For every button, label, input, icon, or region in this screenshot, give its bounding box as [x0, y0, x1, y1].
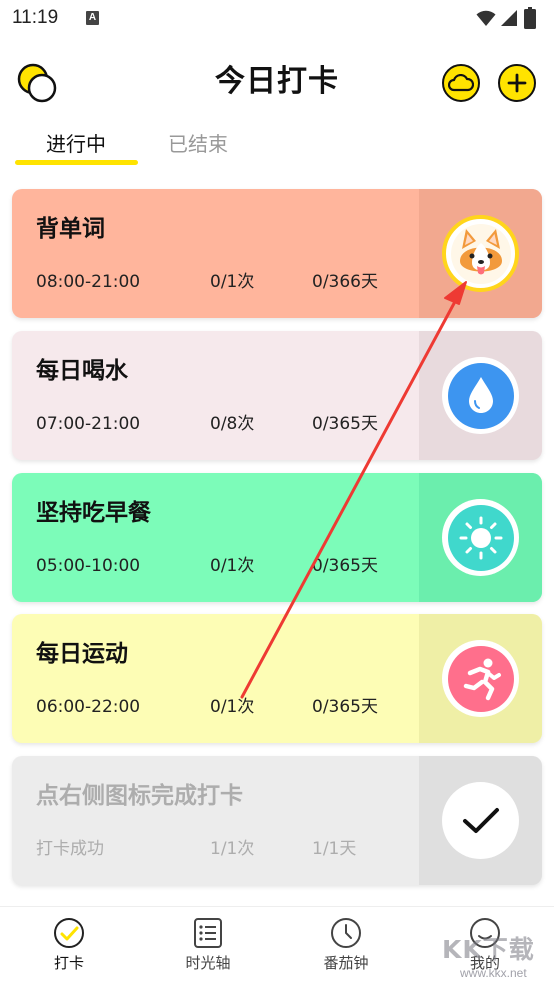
add-button[interactable]: [498, 64, 536, 102]
card-title: 每日运动: [36, 641, 128, 667]
card-days: 0/365天: [312, 414, 378, 434]
plus-icon: [507, 73, 527, 93]
card-count: 1/1次: [210, 839, 255, 859]
card-side-panel: [419, 614, 542, 743]
status-bar: 11:19 A: [0, 0, 554, 40]
checkin-card-exercise[interactable]: 每日运动 06:00-22:00 0/1次 0/365天: [12, 614, 542, 743]
wifi-icon: [476, 10, 496, 26]
checkin-card-vocabulary[interactable]: 背单词 08:00-21:00 0/1次 0/366天: [12, 189, 542, 318]
card-title: 坚持吃早餐: [36, 500, 151, 526]
card-side-panel: [419, 189, 542, 318]
card-title: 每日喝水: [36, 358, 128, 384]
clock-icon: [331, 918, 361, 948]
tab-ended[interactable]: 已结束: [168, 130, 228, 158]
notification-icon: A: [86, 11, 99, 25]
battery-icon: [524, 7, 536, 29]
checkmark-icon: [462, 807, 499, 833]
sun-button[interactable]: [442, 499, 519, 576]
checkin-card-breakfast[interactable]: 坚持吃早餐 05:00-10:00 0/1次 0/365天: [12, 473, 542, 602]
nav-timeline[interactable]: 时光轴: [139, 907, 277, 984]
nav-label: 番茄钟: [323, 954, 369, 972]
card-time-range: 07:00-21:00: [36, 414, 141, 434]
card-days: 0/365天: [312, 697, 378, 717]
signal-icon: [501, 10, 517, 26]
watermark-text: KK下载: [442, 935, 535, 964]
timeline-icon: [194, 918, 222, 948]
running-button[interactable]: [442, 640, 519, 717]
watermark: KK下载 www.kkx.net: [434, 926, 552, 984]
tab-in-progress[interactable]: 进行中: [46, 130, 106, 158]
card-time-range: 08:00-21:00: [36, 272, 141, 292]
card-count: 0/8次: [210, 414, 255, 434]
water-drop-button[interactable]: [442, 357, 519, 434]
card-count: 0/1次: [210, 697, 255, 717]
card-days: 0/366天: [312, 272, 378, 292]
checkin-card-drink-water[interactable]: 每日喝水 07:00-21:00 0/8次 0/365天: [12, 331, 542, 460]
cloud-sync-button[interactable]: [442, 64, 480, 102]
card-time-range: 05:00-10:00: [36, 556, 141, 576]
nav-label: 时光轴: [185, 954, 231, 972]
nav-label: 打卡: [53, 954, 84, 972]
nav-pomodoro[interactable]: 番茄钟: [277, 907, 415, 984]
water-drop-icon: [447, 362, 514, 429]
check-circle-icon: [54, 918, 84, 948]
corgi-avatar-icon[interactable]: [442, 215, 519, 292]
watermark-url: www.kkx.net: [460, 966, 527, 980]
card-title: 背单词: [36, 216, 105, 242]
card-side-panel: [419, 473, 542, 602]
app-screen: 11:19 A 今日打卡 进行中 已结束 背单词 08:00-21:00 0/1…: [0, 0, 554, 984]
status-time: 11:19: [12, 7, 59, 28]
card-days: 1/1天: [312, 839, 357, 859]
cloud-icon: [448, 74, 474, 92]
running-icon: [447, 645, 514, 712]
card-time-range: 06:00-22:00: [36, 697, 141, 717]
sun-icon: [447, 504, 514, 571]
card-days: 0/365天: [312, 556, 378, 576]
card-title: 点右侧图标完成打卡: [36, 783, 243, 809]
nav-checkin[interactable]: 打卡: [0, 907, 138, 984]
complete-button[interactable]: [442, 782, 519, 859]
checkin-card-instruction[interactable]: 点右侧图标完成打卡 打卡成功 1/1次 1/1天: [12, 756, 542, 885]
active-tab-indicator: [15, 160, 138, 165]
card-count: 0/1次: [210, 272, 255, 292]
card-side-panel: [419, 331, 542, 460]
card-side-panel: [419, 756, 542, 885]
card-status: 打卡成功: [36, 839, 104, 859]
card-count: 0/1次: [210, 556, 255, 576]
